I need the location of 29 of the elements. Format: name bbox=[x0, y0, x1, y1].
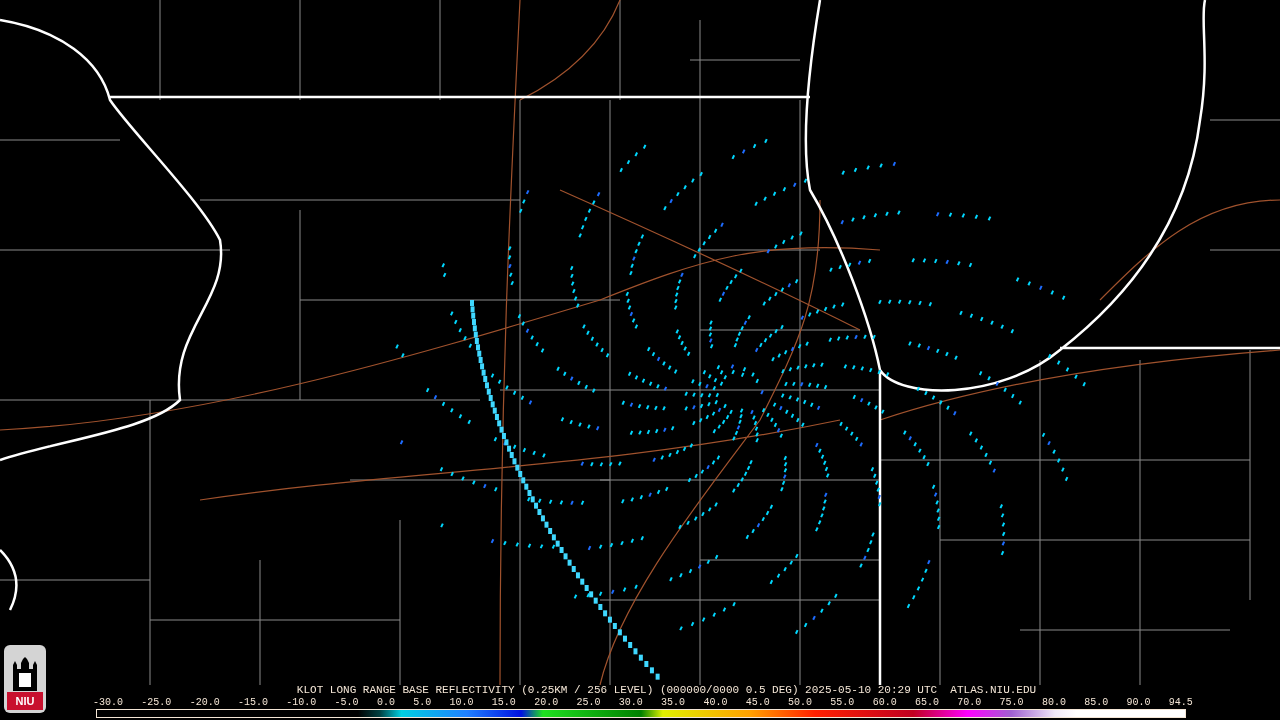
scale-label: 0.0 bbox=[376, 697, 395, 708]
scale-label: -20.0 bbox=[189, 697, 220, 708]
scale-label: 35.0 bbox=[661, 697, 686, 708]
scale-label: 60.0 bbox=[872, 697, 897, 708]
scale-label: 10.0 bbox=[449, 697, 474, 708]
logo-text: NIU bbox=[7, 692, 43, 710]
scale-label: 50.0 bbox=[788, 697, 812, 708]
scale-label: 70.0 bbox=[957, 697, 982, 708]
scale-label: 30.0 bbox=[618, 697, 643, 708]
scale-label: -15.0 bbox=[237, 697, 268, 708]
scale-label: 55.0 bbox=[830, 697, 855, 708]
scale-label: 80.0 bbox=[1041, 697, 1066, 708]
scale-label: -25.0 bbox=[141, 697, 172, 708]
scale-label: 40.0 bbox=[703, 697, 728, 708]
scale-label: 65.0 bbox=[914, 697, 939, 708]
scale-label: -10.0 bbox=[286, 697, 317, 708]
scale-label: 20.0 bbox=[534, 697, 559, 708]
scale-label: 75.0 bbox=[999, 697, 1024, 708]
tower-icon bbox=[10, 657, 40, 691]
scale-label: 15.0 bbox=[491, 697, 516, 708]
scale-label: 5.0 bbox=[413, 697, 432, 708]
product-title: KLOT LONG RANGE BASE REFLECTIVITY (0.25KM / 256 LEVEL) (000000/0000 0.5 DEG) 2025-05-10 20:29 UTC ATLAS.NIU.EDU bbox=[296, 685, 1037, 696]
scale-label: 90.0 bbox=[1126, 697, 1151, 708]
scale-label: -30.0 bbox=[93, 697, 123, 708]
scale-label: 85.0 bbox=[1084, 697, 1109, 708]
scale-label: 25.0 bbox=[576, 697, 601, 708]
scale-label: 94.5 bbox=[1168, 697, 1193, 708]
scale-label: -5.0 bbox=[334, 697, 359, 708]
scale-label: 45.0 bbox=[745, 697, 770, 708]
